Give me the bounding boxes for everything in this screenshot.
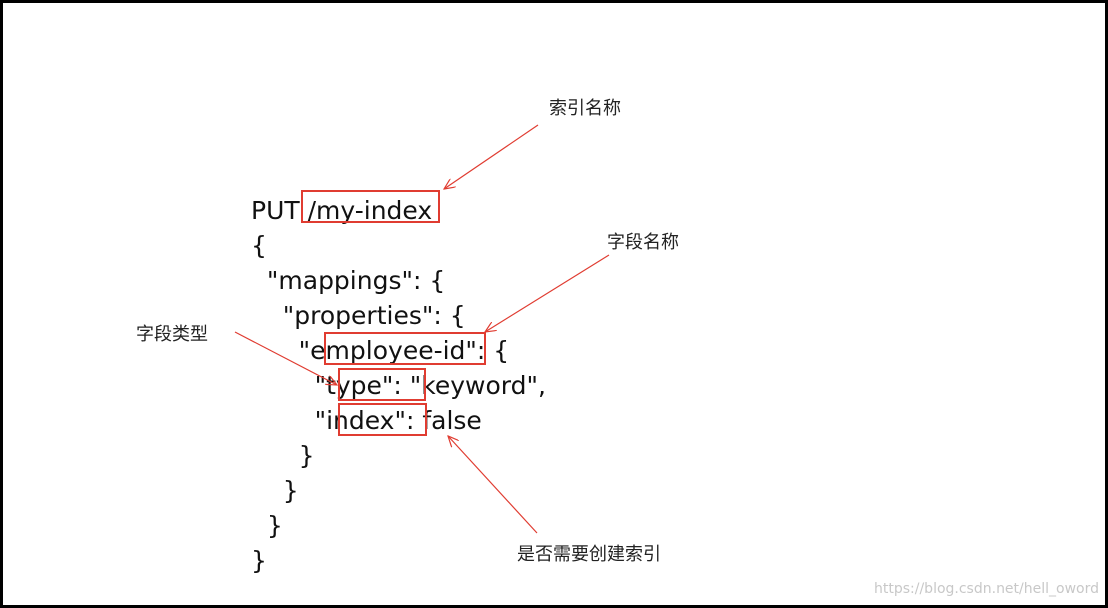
annotation-field-name: 字段名称 — [607, 232, 679, 253]
annotation-field-type: 字段类型 — [136, 324, 208, 345]
arrow-index-flag — [448, 436, 538, 534]
diagram-canvas: PUT /my-index { "mappings": { "propertie… — [3, 3, 1105, 605]
arrow-field-name — [485, 254, 610, 332]
annotation-need-index: 是否需要创建索引 — [517, 544, 661, 565]
watermark-text: https://blog.csdn.net/hell_oword — [874, 581, 1099, 597]
arrow-index-name — [444, 124, 539, 189]
annotation-index-name: 索引名称 — [549, 98, 621, 119]
arrow-field-type — [234, 331, 337, 385]
